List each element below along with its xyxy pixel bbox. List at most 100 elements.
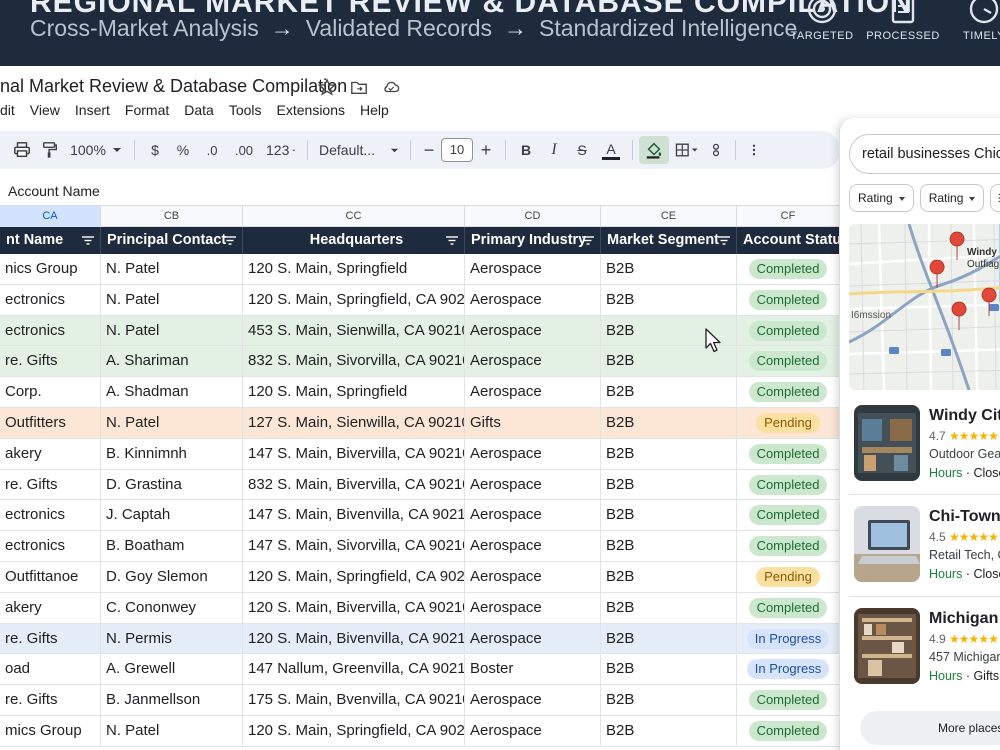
decrease-decimal-button[interactable]: .0 bbox=[197, 136, 227, 164]
cell-principal-contact[interactable]: N. Patel bbox=[101, 407, 243, 438]
cell-account-name[interactable]: re. Gifts bbox=[0, 623, 101, 654]
header-account-name[interactable]: nt Name bbox=[0, 227, 101, 254]
menu-tools[interactable]: Tools bbox=[229, 102, 262, 118]
cell-account-name[interactable]: re. Gifts bbox=[0, 346, 101, 377]
cell-primary-industry[interactable]: Aerospace bbox=[465, 561, 601, 592]
cell-primary-industry[interactable]: Aerospace bbox=[465, 284, 601, 315]
cell-account-status[interactable]: Pending bbox=[737, 561, 840, 592]
filter-icon[interactable] bbox=[82, 236, 94, 245]
cell-market-segment[interactable]: B2B bbox=[601, 407, 737, 438]
cell-primary-industry[interactable]: Aerospace bbox=[465, 438, 601, 469]
cell-account-status[interactable]: Completed bbox=[737, 592, 840, 623]
cell-account-status[interactable]: Completed bbox=[737, 715, 840, 746]
cell-principal-contact[interactable]: N. Patel bbox=[101, 715, 243, 746]
filter-icon[interactable] bbox=[582, 236, 594, 245]
menu-edit[interactable]: dit bbox=[0, 102, 15, 118]
cell-primary-industry[interactable]: Aerospace bbox=[465, 685, 601, 716]
header-market-segment[interactable]: Market Segment bbox=[601, 227, 737, 254]
cell-account-status[interactable]: Completed bbox=[737, 500, 840, 531]
cell-account-status[interactable]: Completed bbox=[737, 315, 840, 346]
cell-primary-industry[interactable]: Aerospace bbox=[465, 315, 601, 346]
cell-market-segment[interactable]: B2B bbox=[601, 685, 737, 716]
cell-principal-contact[interactable]: B. Boatham bbox=[101, 531, 243, 562]
cell-account-name[interactable]: Outfittanoe bbox=[0, 561, 101, 592]
cell-account-name[interactable]: oad bbox=[0, 654, 101, 685]
rating-filter-chip[interactable]: Rating bbox=[849, 184, 914, 212]
cell-account-status[interactable]: Completed bbox=[737, 254, 840, 284]
cell-account-status[interactable]: Completed bbox=[737, 531, 840, 562]
cell-account-status[interactable]: Completed bbox=[737, 284, 840, 315]
cell-headquarters[interactable]: 120 S. Main, Bivervilla, CA 90210 bbox=[243, 592, 465, 623]
cell-market-segment[interactable]: B2B bbox=[601, 377, 737, 408]
more-places-button[interactable]: More places bbox=[860, 711, 1000, 745]
cell-market-segment[interactable]: B2B bbox=[601, 438, 737, 469]
cell-market-segment[interactable]: B2B bbox=[601, 715, 737, 746]
cell-market-segment[interactable]: B2B bbox=[601, 254, 737, 284]
maps-search-input[interactable]: retail businesses Chica bbox=[849, 134, 1000, 174]
cell-primary-industry[interactable]: Aerospace bbox=[465, 623, 601, 654]
cell-headquarters[interactable]: 120 S. Main, Springfield, CA 90210 bbox=[243, 284, 465, 315]
cell-primary-industry[interactable]: Aerospace bbox=[465, 254, 601, 284]
font-size-increase-button[interactable]: + bbox=[473, 136, 499, 164]
cell-primary-industry[interactable]: Gifts bbox=[465, 407, 601, 438]
cell-principal-contact[interactable]: A. Shariman bbox=[101, 346, 243, 377]
text-color-button[interactable]: A bbox=[596, 136, 626, 164]
cell-account-name[interactable]: akery bbox=[0, 592, 101, 623]
move-folder-icon[interactable] bbox=[350, 78, 368, 96]
column-letter-ce[interactable]: CE bbox=[601, 206, 737, 227]
font-size-input[interactable]: 10 bbox=[441, 138, 473, 162]
column-letter-cb[interactable]: CB bbox=[101, 206, 243, 227]
currency-format-button[interactable]: $ bbox=[141, 136, 169, 164]
cell-account-status[interactable]: Pending bbox=[737, 407, 840, 438]
cell-principal-contact[interactable]: B. Kinnimnh bbox=[101, 438, 243, 469]
borders-button[interactable] bbox=[669, 136, 703, 164]
cell-headquarters[interactable]: 453 S. Main, Sienwilla, CA 90210 bbox=[243, 315, 465, 346]
font-select[interactable]: Default... bbox=[314, 136, 404, 164]
cell-primary-industry[interactable]: Aerospace bbox=[465, 346, 601, 377]
menu-insert[interactable]: Insert bbox=[75, 102, 110, 118]
cell-headquarters[interactable]: 120 S. Main, Bivenvilla, CA 90210 bbox=[243, 623, 465, 654]
cell-account-status[interactable]: In Progress bbox=[737, 623, 840, 654]
increase-decimal-button[interactable]: .00 bbox=[227, 136, 261, 164]
cloud-status-icon[interactable] bbox=[382, 78, 400, 96]
zoom-select[interactable]: 100% bbox=[64, 136, 128, 164]
cell-account-name[interactable]: re. Gifts bbox=[0, 469, 101, 500]
column-letter-cd[interactable]: CD bbox=[465, 206, 601, 227]
font-size-decrease-button[interactable]: − bbox=[417, 136, 441, 164]
cell-account-status[interactable]: Completed bbox=[737, 469, 840, 500]
cell-principal-contact[interactable]: N. Patel bbox=[101, 254, 243, 284]
header-principal-contact[interactable]: Principal Contact bbox=[101, 227, 243, 254]
cell-headquarters[interactable]: 832 S. Main, Bivervilla, CA 90210 bbox=[243, 469, 465, 500]
bold-button[interactable]: B bbox=[512, 136, 540, 164]
all-filters-chip[interactable] bbox=[990, 184, 1000, 212]
cell-headquarters[interactable]: 147 S. Main, Bivenvilla, CA 90210 bbox=[243, 500, 465, 531]
cell-account-name[interactable]: akery bbox=[0, 438, 101, 469]
cell-market-segment[interactable]: B2B bbox=[601, 592, 737, 623]
menu-data[interactable]: Data bbox=[184, 102, 214, 118]
rating-filter-chip[interactable]: Rating bbox=[919, 184, 985, 212]
cell-primary-industry[interactable]: Boster bbox=[465, 654, 601, 685]
cell-headquarters[interactable]: 147 S. Main, Sivorvilla, CA 90210 bbox=[243, 531, 465, 562]
cell-principal-contact[interactable]: D. Goy Slemon bbox=[101, 561, 243, 592]
cell-account-name[interactable]: nics Group bbox=[0, 254, 101, 284]
merge-cells-button[interactable] bbox=[703, 136, 729, 164]
menu-format[interactable]: Format bbox=[125, 102, 169, 118]
cell-headquarters[interactable]: 147 Nallum, Greenvilla, CA 90210 bbox=[243, 654, 465, 685]
cell-principal-contact[interactable]: N. Permis bbox=[101, 623, 243, 654]
place-listing[interactable]: Chi-Town E 4.5 ★★★★★ Retail Tech, Ch Hou… bbox=[854, 506, 1000, 586]
cell-headquarters[interactable]: 175 S. Main, Bvenvilla, CA 90210 bbox=[243, 685, 465, 716]
cell-market-segment[interactable]: B2B bbox=[601, 654, 737, 685]
print-button[interactable] bbox=[8, 136, 36, 164]
cell-primary-industry[interactable]: Aerospace bbox=[465, 469, 601, 500]
cell-account-name[interactable]: mics Group bbox=[0, 715, 101, 746]
column-letter-ca[interactable]: CA bbox=[0, 206, 101, 227]
cell-principal-contact[interactable]: A. Grewell bbox=[101, 654, 243, 685]
cell-primary-industry[interactable]: Aerospace bbox=[465, 377, 601, 408]
cell-primary-industry[interactable]: Aerospace bbox=[465, 592, 601, 623]
cell-headquarters[interactable]: 120 S. Main, Springfield, CA 90210 bbox=[243, 715, 465, 746]
cell-account-name[interactable]: Outfitters bbox=[0, 407, 101, 438]
header-account-status[interactable]: Account Status bbox=[737, 227, 840, 254]
cell-account-name[interactable]: Corp. bbox=[0, 377, 101, 408]
menu-extensions[interactable]: Extensions bbox=[277, 102, 345, 118]
cell-market-segment[interactable]: B2B bbox=[601, 623, 737, 654]
